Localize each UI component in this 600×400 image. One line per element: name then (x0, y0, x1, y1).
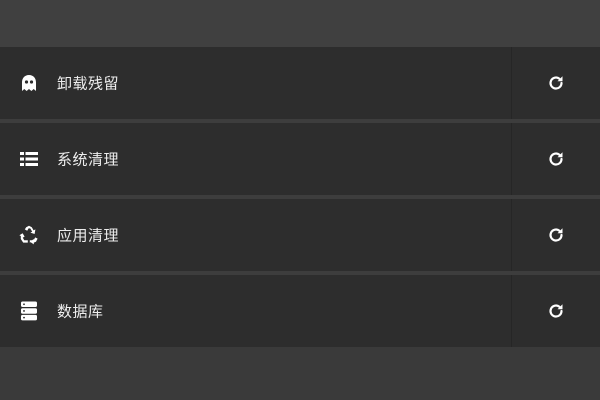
row-main[interactable]: 数据库 (0, 275, 511, 347)
row-label: 卸载残留 (57, 74, 120, 93)
refresh-button[interactable] (512, 123, 600, 195)
bottom-area (0, 347, 600, 400)
app-window: 卸载残留 系统清理 应用清理 数据库 (0, 0, 600, 400)
cleanup-list: 卸载残留 系统清理 应用清理 数据库 (0, 47, 600, 347)
refresh-icon (546, 301, 566, 321)
ghost-icon (19, 73, 39, 93)
row-main[interactable]: 系统清理 (0, 123, 511, 195)
list-icon (19, 149, 39, 169)
refresh-button[interactable] (512, 199, 600, 271)
refresh-icon (546, 73, 566, 93)
top-bar (0, 0, 600, 47)
row-label: 应用清理 (57, 226, 120, 245)
list-item-uninstall-residue[interactable]: 卸载残留 (0, 47, 600, 119)
recycle-icon (19, 225, 39, 245)
refresh-icon (546, 225, 566, 245)
list-item-database[interactable]: 数据库 (0, 275, 600, 347)
row-label: 数据库 (57, 302, 104, 321)
refresh-button[interactable] (512, 47, 600, 119)
refresh-icon (546, 149, 566, 169)
row-label: 系统清理 (57, 150, 120, 169)
refresh-button[interactable] (512, 275, 600, 347)
database-icon (19, 301, 39, 321)
row-main[interactable]: 应用清理 (0, 199, 511, 271)
row-main[interactable]: 卸载残留 (0, 47, 511, 119)
list-item-app-cleanup[interactable]: 应用清理 (0, 199, 600, 271)
list-item-system-cleanup[interactable]: 系统清理 (0, 123, 600, 195)
